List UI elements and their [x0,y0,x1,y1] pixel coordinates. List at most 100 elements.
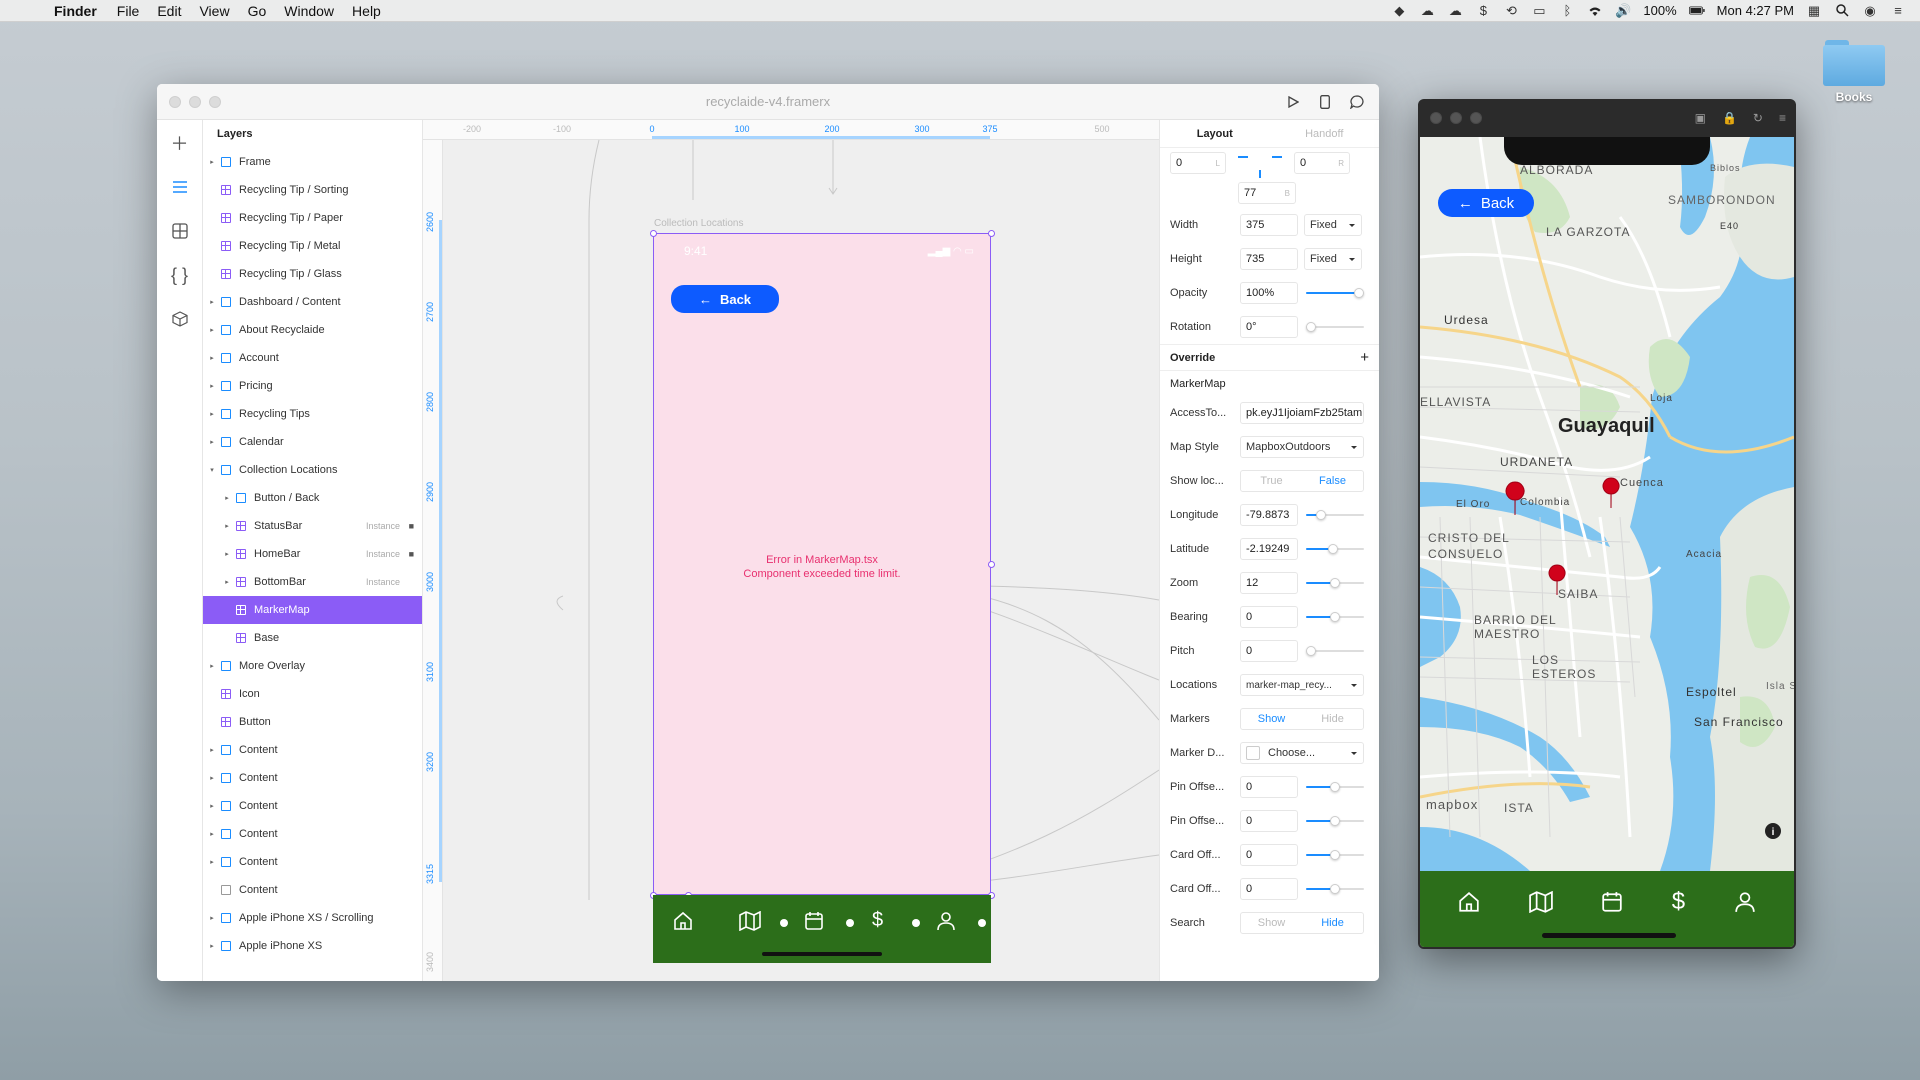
add-override-plus-icon[interactable]: + [1360,349,1369,366]
dollar-icon[interactable]: $ [1475,3,1491,18]
pin-offset-x-input[interactable]: 0 [1240,776,1298,798]
frame-title-label[interactable]: Collection Locations [654,218,744,229]
width-mode-select[interactable]: Fixed [1304,214,1362,236]
menu-edit[interactable]: Edit [157,3,181,19]
menu-view[interactable]: View [199,3,229,19]
zoom-input[interactable]: 12 [1240,572,1298,594]
disclosure-arrow-icon[interactable]: ▸ [207,858,217,866]
map-style-select[interactable]: MapboxOutdoors [1240,436,1364,458]
longitude-slider[interactable] [1306,510,1364,520]
layer-row[interactable]: ▾ Collection Locations [203,456,422,484]
components-grid-icon[interactable] [169,220,191,242]
tab-handoff[interactable]: Handoff [1270,120,1380,147]
bearing-input[interactable]: 0 [1240,606,1298,628]
show-location-true[interactable]: True [1241,471,1302,491]
menu-window[interactable]: Window [284,3,334,19]
layer-row[interactable]: ▸ Apple iPhone XS [203,932,422,960]
siri-icon[interactable]: ◉ [1862,3,1878,18]
map-icon[interactable] [1528,891,1553,913]
right-input[interactable]: 0R [1294,152,1350,174]
bottom-bar-instance[interactable]: $ [653,895,991,963]
preview-menu-icon[interactable]: ≡ [1779,111,1786,125]
disclosure-arrow-icon[interactable]: ▸ [207,662,217,670]
reload-icon[interactable]: ↻ [1753,111,1763,125]
wifi-icon[interactable] [1587,4,1603,18]
card-offset-x-slider[interactable] [1306,850,1364,860]
disclosure-arrow-icon[interactable]: ▸ [207,942,217,950]
markers-hide[interactable]: Hide [1302,709,1363,729]
connection-dot[interactable] [780,919,788,927]
layer-row[interactable]: ▸ Content [203,764,422,792]
layer-row[interactable]: MarkerMap [203,596,422,624]
disclosure-arrow-icon[interactable]: ▸ [222,522,232,530]
dollar-icon[interactable]: $ [1672,888,1685,916]
disclosure-arrow-icon[interactable]: ▸ [222,578,232,586]
disclosure-arrow-icon[interactable]: ▸ [207,830,217,838]
disclosure-arrow-icon[interactable]: ▸ [207,802,217,810]
opacity-slider[interactable] [1306,288,1364,298]
calendar-icon[interactable] [1601,891,1623,913]
layer-row[interactable]: ▸ Button / Back [203,484,422,512]
height-mode-select[interactable]: Fixed [1304,248,1362,270]
flag-icon[interactable]: ▦ [1806,3,1822,18]
tab-layout[interactable]: Layout [1160,120,1270,147]
rotation-slider[interactable] [1306,322,1364,332]
zoom-slider[interactable] [1306,578,1364,588]
layer-row[interactable]: ▸ HomeBar Instance ■ [203,540,422,568]
layer-row[interactable]: ▸ Account [203,344,422,372]
search-show[interactable]: Show [1241,913,1302,933]
marker-design-select[interactable]: Choose... [1240,742,1364,764]
pin-offset-y-input[interactable]: 0 [1240,810,1298,832]
preview-zoom-button[interactable] [1470,112,1482,124]
back-button[interactable]: ← Back [671,285,779,313]
resize-handle[interactable] [650,230,657,237]
layer-row[interactable]: ▸ Content [203,820,422,848]
close-button[interactable] [169,95,181,108]
notification-center-icon[interactable]: ≡ [1890,3,1906,18]
layer-row[interactable]: ▸ Content [203,736,422,764]
disclosure-arrow-icon[interactable]: ▸ [207,354,217,362]
layer-row[interactable]: ▸ Dashboard / Content [203,288,422,316]
layer-row[interactable]: Recycling Tip / Metal [203,232,422,260]
resize-handle[interactable] [988,561,995,568]
connection-dot[interactable] [978,919,986,927]
minimize-button[interactable] [189,95,201,108]
layer-row[interactable]: ▸ BottomBar Instance [203,568,422,596]
latitude-slider[interactable] [1306,544,1364,554]
dropbox-icon[interactable]: ◆ [1391,3,1407,18]
connection-dot[interactable] [912,919,920,927]
menu-go[interactable]: Go [248,3,267,19]
airplay-icon[interactable]: ▭ [1531,3,1547,18]
layer-row[interactable]: Base [203,624,422,652]
locations-file-select[interactable]: marker-map_recy... [1240,674,1364,696]
rotation-input[interactable]: 0° [1240,316,1298,338]
disclosure-arrow-icon[interactable]: ▸ [207,382,217,390]
layers-icon[interactable] [169,176,191,198]
layer-row[interactable]: Recycling Tip / Sorting [203,176,422,204]
show-location-false[interactable]: False [1302,471,1363,491]
layer-row[interactable]: ▸ Frame [203,148,422,176]
pitch-input[interactable]: 0 [1240,640,1298,662]
battery-icon[interactable] [1688,4,1705,18]
longitude-input[interactable]: -79.8873 [1240,504,1298,526]
time-machine-icon[interactable]: ⟲ [1503,3,1519,18]
search-hide[interactable]: Hide [1302,913,1363,933]
disclosure-arrow-icon[interactable]: ▸ [222,550,232,558]
menu-help[interactable]: Help [352,3,381,19]
spotlight-search-icon[interactable] [1834,4,1850,18]
opacity-input[interactable]: 100% [1240,282,1298,304]
layer-row[interactable]: ▸ Pricing [203,372,422,400]
preview-back-button[interactable]: ← Back [1438,189,1534,217]
card-offset-x-input[interactable]: 0 [1240,844,1298,866]
menu-app-name[interactable]: Finder [54,3,97,19]
pin-offset-y-slider[interactable] [1306,816,1364,826]
design-canvas[interactable]: -200 -100 0 100 200 300 375 500 2600 270… [423,120,1159,981]
desktop-folder-books[interactable]: Books [1818,38,1890,104]
disclosure-arrow-icon[interactable]: ▸ [207,298,217,306]
left-input[interactable]: 0L [1170,152,1226,174]
lock-icon[interactable]: 🔒 [1722,111,1737,125]
layer-row[interactable]: ▸ About Recyclaide [203,316,422,344]
layer-row[interactable]: Content [203,876,422,904]
bearing-slider[interactable] [1306,612,1364,622]
device-frame-icon[interactable]: ▣ [1695,111,1706,125]
